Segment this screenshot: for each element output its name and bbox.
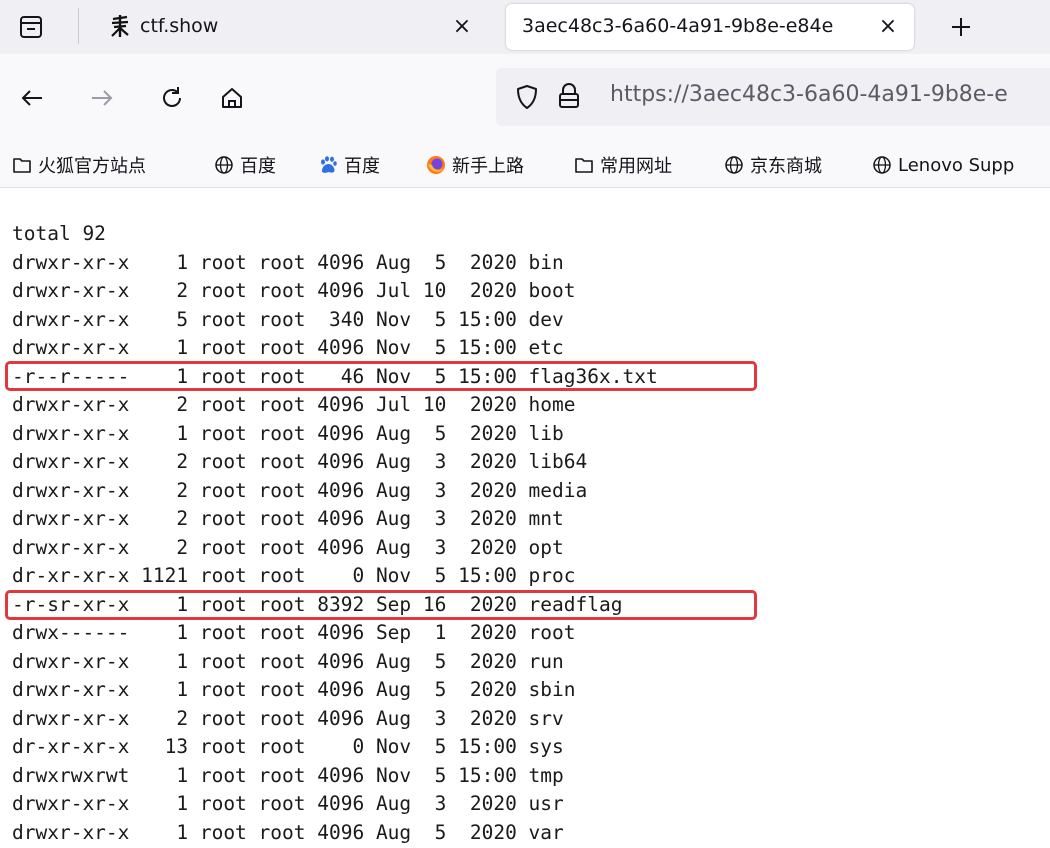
listing-line: drwxr-xr-x 2 root root 4096 Aug 3 2020 o… xyxy=(12,535,564,559)
listing-line: drwxr-xr-x 1 root root 4096 Aug 5 2020 l… xyxy=(12,421,564,445)
tab-title: 3aec48c3-6a60-4a91-9b8e-e84e xyxy=(522,15,834,37)
globe-icon xyxy=(215,156,233,174)
tab-separator xyxy=(78,8,79,44)
baidu-paw-icon xyxy=(321,156,337,173)
folder-icon xyxy=(13,158,31,173)
listing-line: drwxr-xr-x 5 root root 340 Nov 5 15:00 d… xyxy=(12,307,564,331)
ctfshow-logo-icon xyxy=(111,15,129,37)
listing-line: total 92 xyxy=(12,222,106,245)
bookmark-getting-started[interactable]: 新手上路 xyxy=(426,150,524,180)
listing-line: drwxr-xr-x 2 root root 4096 Jul 10 2020 … xyxy=(12,393,576,416)
tab-ctfshow[interactable]: ctf.show × xyxy=(90,4,500,50)
bookmark-label: 百度 xyxy=(344,156,380,177)
listing-line: dr-xr-xr-x 13 root root 0 Nov 5 15:00 sy… xyxy=(12,735,564,758)
listing-line: drwxr-xr-x 2 root root 4096 Aug 3 2020 m… xyxy=(12,507,564,530)
bookmark-label: 新手上路 xyxy=(452,156,524,177)
forward-button[interactable] xyxy=(82,78,122,118)
page-content: total 92 drwxr-xr-x 1 root root 4096 Aug … xyxy=(0,188,1050,848)
bookmark-baidu-1[interactable]: 百度 xyxy=(214,150,276,180)
reload-icon xyxy=(163,87,181,107)
url-bar[interactable]: https://3aec48c3-6a60-4a91-9b8e-e xyxy=(496,68,1050,126)
back-arrow-icon xyxy=(21,90,42,106)
url-text[interactable]: https://3aec48c3-6a60-4a91-9b8e-e xyxy=(610,82,1008,107)
firefox-icon xyxy=(427,156,445,174)
directory-listing: total 92 drwxr-xr-x 1 root root 4096 Aug … xyxy=(12,220,658,847)
bookmark-label: 百度 xyxy=(240,156,276,177)
new-tab-button[interactable] xyxy=(944,10,978,44)
navigation-toolbar: https://3aec48c3-6a60-4a91-9b8e-e xyxy=(0,54,1050,142)
home-icon xyxy=(222,88,242,108)
tab-strip: ctf.show × 3aec48c3-6a60-4a91-9b8e-e84e … xyxy=(0,0,1050,54)
listing-line: dr-xr-xr-x 1121 root root 0 Nov 5 15:00 … xyxy=(12,564,576,587)
tab-active[interactable]: 3aec48c3-6a60-4a91-9b8e-e84e × xyxy=(506,4,914,50)
bookmark-firefox-official[interactable]: 火狐官方站点 xyxy=(12,150,146,180)
tab-title: ctf.show xyxy=(140,15,219,37)
bookmark-common-sites[interactable]: 常用网址 xyxy=(574,150,672,180)
bookmark-label: 火狐官方站点 xyxy=(38,156,146,177)
forward-arrow-icon xyxy=(92,90,113,106)
listing-line: drwxr-xr-x 1 root root 4096 Aug 5 2020 v… xyxy=(12,820,564,844)
tab-list-icon xyxy=(20,16,42,38)
bookmark-label: 京东商城 xyxy=(750,156,822,177)
globe-icon xyxy=(873,156,891,174)
back-button[interactable] xyxy=(12,78,52,118)
listing-line: drwxr-xr-x 1 root root 4096 Nov 5 15:00 … xyxy=(12,336,564,359)
folder-icon xyxy=(575,158,593,173)
lock-icon[interactable] xyxy=(556,82,582,110)
bookmarks-toolbar: 火狐官方站点 百度 百度 新手上路 常用网址 京东商城 Lenovo Supp xyxy=(0,142,1050,188)
listing-line: drwxr-xr-x 2 root root 4096 Aug 3 2020 l… xyxy=(12,450,588,473)
bookmark-lenovo-support[interactable]: Lenovo Supp xyxy=(872,150,1014,180)
tab-list-button[interactable] xyxy=(18,14,44,40)
browser-window: ctf.show × 3aec48c3-6a60-4a91-9b8e-e84e … xyxy=(0,0,1050,848)
listing-line: drwxr-xr-x 2 root root 4096 Jul 10 2020 … xyxy=(12,279,576,302)
globe-icon xyxy=(725,156,743,174)
listing-line: drwx------ 1 root root 4096 Sep 1 2020 r… xyxy=(12,621,576,644)
bookmark-label: Lenovo Supp xyxy=(898,154,1015,176)
listing-line: drwxr-xr-x 2 root root 4096 Aug 3 2020 s… xyxy=(12,706,564,730)
bookmark-baidu-2[interactable]: 百度 xyxy=(318,150,380,180)
listing-line: drwxr-xr-x 1 root root 4096 Aug 3 2020 u… xyxy=(12,792,564,815)
shield-icon[interactable] xyxy=(514,84,540,110)
listing-line: drwxrwxrwt 1 root root 4096 Nov 5 15:00 … xyxy=(12,763,564,787)
listing-line: drwxr-xr-x 1 root root 4096 Aug 5 2020 r… xyxy=(12,649,564,673)
listing-line: drwxr-xr-x 1 root root 4096 Aug 5 2020 b… xyxy=(12,250,564,274)
bookmark-jd[interactable]: 京东商城 xyxy=(724,150,822,180)
tab-close-button[interactable]: × xyxy=(448,12,476,40)
bookmark-label: 常用网址 xyxy=(600,156,672,177)
listing-line: drwxr-xr-x 2 root root 4096 Aug 3 2020 m… xyxy=(12,478,588,502)
home-button[interactable] xyxy=(212,78,252,118)
highlight-box-flag-file xyxy=(5,361,757,391)
tab-close-button[interactable]: × xyxy=(874,12,902,40)
highlight-box-readflag xyxy=(5,590,757,620)
plus-icon xyxy=(952,18,970,36)
reload-button[interactable] xyxy=(152,78,192,118)
listing-line: drwxr-xr-x 1 root root 4096 Aug 5 2020 s… xyxy=(12,678,576,701)
